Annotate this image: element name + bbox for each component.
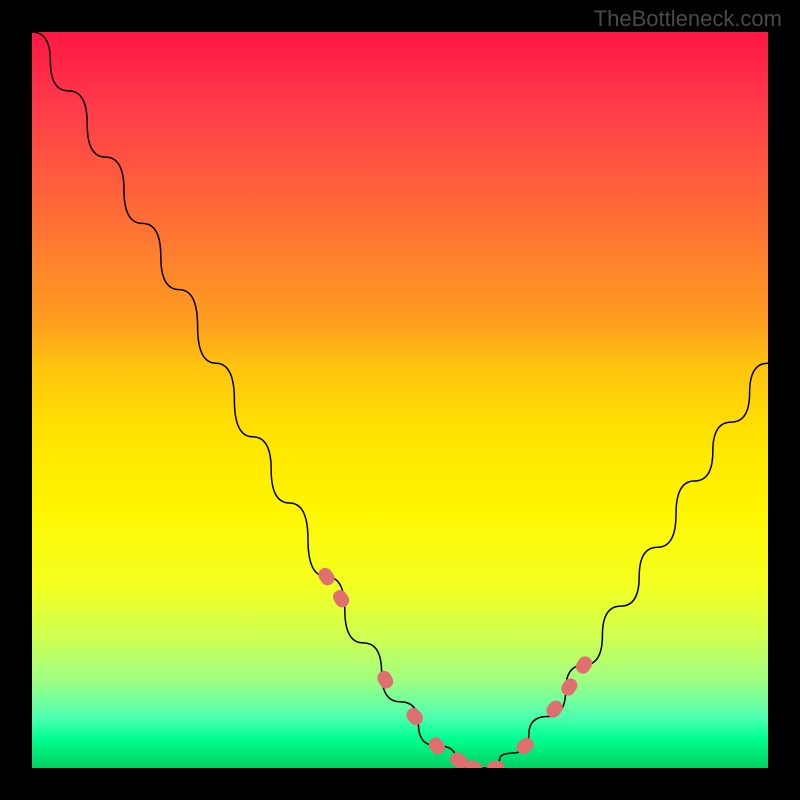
watermark-text: TheBottleneck.com — [594, 6, 782, 32]
chart-svg — [32, 32, 768, 768]
marker-dot — [426, 734, 448, 757]
curve-line — [32, 32, 768, 768]
marker-dot — [404, 705, 426, 728]
chart-plot-area — [32, 32, 768, 768]
marker-dot — [514, 735, 537, 757]
marker-dot — [573, 654, 595, 677]
marker-dot — [330, 587, 352, 610]
marker-dots — [316, 565, 595, 768]
marker-dot — [375, 668, 396, 691]
marker-dot — [558, 676, 580, 699]
marker-dot — [487, 761, 505, 768]
marker-dot — [316, 565, 338, 588]
